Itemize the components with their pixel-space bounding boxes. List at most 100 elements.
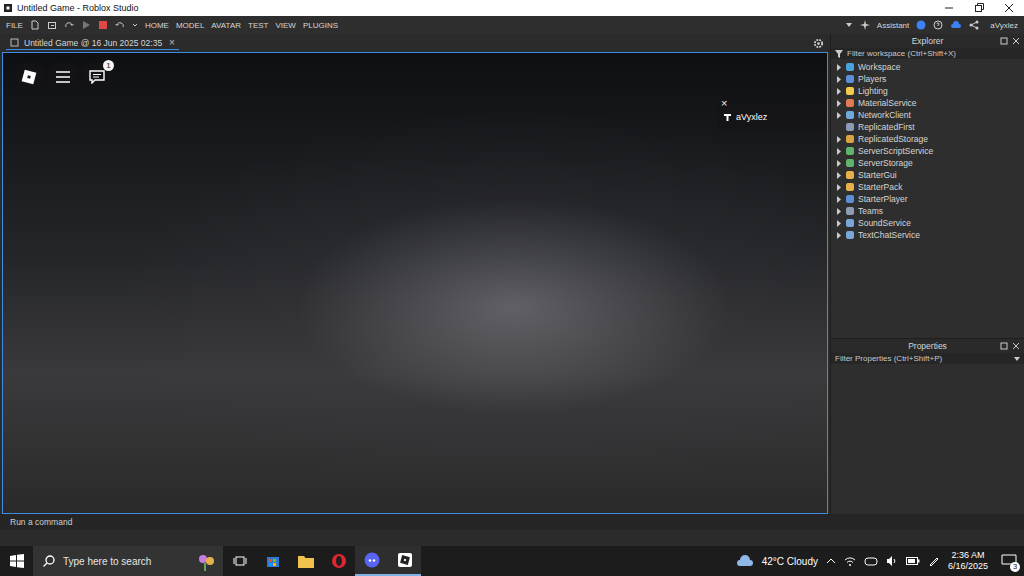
close-icon[interactable] [1012, 342, 1020, 350]
menu-item[interactable]: HOME [145, 21, 169, 30]
expand-arrow-icon[interactable] [836, 196, 842, 203]
player-list-close-button[interactable]: × [717, 97, 825, 109]
expand-arrow-icon[interactable] [836, 112, 842, 119]
expand-arrow-icon[interactable] [836, 88, 842, 95]
service-icon [846, 123, 854, 131]
opera-button[interactable] [322, 546, 355, 576]
expand-arrow-icon[interactable] [836, 100, 842, 107]
roblox-menu-button[interactable] [15, 63, 43, 91]
player-row[interactable]: aVyxlez [717, 109, 825, 125]
document-tab[interactable]: Untitled Game @ 16 Jun 2025 02:35× [6, 36, 179, 50]
maximize-icon[interactable] [1000, 37, 1008, 45]
dropdown-icon[interactable] [132, 20, 138, 30]
expand-arrow-icon[interactable] [836, 220, 842, 227]
game-viewport[interactable]: 1 ×aVyxlez [2, 52, 828, 514]
maximize-icon[interactable] [1000, 342, 1008, 350]
minimize-icon[interactable] [934, 0, 964, 16]
explorer-item[interactable]: Workspace [835, 61, 1024, 73]
explorer-item[interactable]: MaterialService [835, 97, 1024, 109]
assistant-button[interactable]: Assistant [877, 21, 909, 30]
network-icon[interactable] [844, 555, 856, 567]
menu-item[interactable]: MODEL [176, 21, 204, 30]
expand-arrow-icon[interactable] [836, 148, 842, 155]
show-hidden-icons-icon[interactable] [826, 557, 836, 565]
command-placeholder: Run a command [10, 517, 72, 527]
explorer-item[interactable]: StarterGui [835, 169, 1024, 181]
command-bar[interactable]: Run a command [0, 514, 1024, 530]
restore-icon[interactable] [964, 0, 994, 16]
close-icon[interactable] [1012, 37, 1020, 45]
properties-filter[interactable]: Filter Properties (Ctrl+Shift+P) [831, 353, 1024, 364]
explorer-item[interactable]: ServerScriptService [835, 145, 1024, 157]
close-icon[interactable] [994, 0, 1024, 16]
menu-item[interactable]: FILE [6, 21, 23, 30]
share-icon[interactable] [969, 20, 979, 30]
explorer-item[interactable]: Players [835, 73, 1024, 85]
expand-arrow-icon[interactable] [836, 136, 842, 143]
menu-item[interactable]: AVATAR [211, 21, 241, 30]
stop-icon[interactable] [98, 20, 108, 30]
explorer-filter[interactable]: Filter workspace (Ctrl+Shift+X) [831, 48, 1024, 59]
expand-arrow-icon[interactable] [836, 232, 842, 239]
menu-item[interactable]: VIEW [275, 21, 295, 30]
redo-icon[interactable] [64, 20, 74, 30]
properties-panel: PropertiesFilter Properties (Ctrl+Shift+… [831, 338, 1024, 514]
gamepad-icon[interactable] [864, 555, 878, 567]
notification-center-button[interactable]: 3 [996, 546, 1022, 576]
undo-icon[interactable] [115, 20, 125, 30]
taskbar-search[interactable]: Type here to search [33, 546, 223, 576]
tab-close-button[interactable]: × [167, 37, 175, 48]
explorer-item[interactable]: StarterPack [835, 181, 1024, 193]
gear-icon[interactable] [813, 38, 824, 49]
expand-arrow-icon[interactable] [836, 76, 842, 83]
start-button[interactable] [0, 546, 33, 576]
roblox-studio-button[interactable] [388, 546, 421, 576]
expand-arrow-icon[interactable] [836, 172, 842, 179]
play-icon[interactable] [81, 20, 91, 30]
menu-item[interactable]: TEST [248, 21, 268, 30]
explorer-item[interactable]: TextChatService [835, 229, 1024, 241]
item-name: StarterPack [858, 182, 902, 192]
expand-arrow-icon[interactable] [836, 184, 842, 191]
explorer-item[interactable]: Teams [835, 205, 1024, 217]
help-icon[interactable] [933, 20, 943, 30]
service-icon [846, 171, 854, 179]
clock[interactable]: 2:36 AM6/16/2025 [948, 550, 988, 572]
dropdown-icon[interactable] [845, 20, 853, 30]
folder-icon [298, 555, 314, 568]
expand-arrow-icon[interactable] [836, 160, 842, 167]
store-button[interactable] [256, 546, 289, 576]
battery-icon[interactable] [906, 556, 920, 566]
explorer-item[interactable]: ReplicatedFirst [835, 121, 1024, 133]
service-icon [846, 135, 854, 143]
cloud-icon[interactable] [950, 20, 962, 30]
notification-bell-icon[interactable] [916, 20, 926, 30]
explorer-item[interactable]: ReplicatedStorage [835, 133, 1024, 145]
assistant-icon[interactable] [860, 20, 870, 30]
flower-icon [195, 551, 217, 571]
explorer-item[interactable]: SoundService [835, 217, 1024, 229]
volume-icon[interactable] [886, 555, 898, 567]
player-list: ×aVyxlez [717, 95, 825, 129]
file-explorer-button[interactable] [289, 546, 322, 576]
menu-item[interactable]: PLUGINS [303, 21, 338, 30]
hamburger-button[interactable] [49, 63, 77, 91]
chat-button[interactable]: 1 [83, 63, 111, 91]
explorer-item[interactable]: StarterPlayer [835, 193, 1024, 205]
new-file-icon[interactable] [30, 20, 40, 30]
open-file-icon[interactable] [47, 20, 57, 30]
service-icon [846, 87, 854, 95]
title-bar: Untitled Game - Roblox Studio [0, 0, 1024, 16]
dropdown-icon[interactable] [1014, 356, 1020, 362]
discord-button[interactable] [355, 546, 388, 576]
explorer-item[interactable]: Lighting [835, 85, 1024, 97]
user-menu[interactable]: aVyxlez [990, 21, 1018, 30]
weather-text[interactable]: 42°C Cloudy [762, 556, 818, 567]
explorer-item[interactable]: ServerStorage [835, 157, 1024, 169]
expand-arrow-icon[interactable] [836, 64, 842, 71]
explorer-item[interactable]: NetworkClient [835, 109, 1024, 121]
pen-icon[interactable] [928, 555, 940, 567]
filter-icon [835, 50, 843, 58]
task-view-button[interactable] [223, 546, 256, 576]
expand-arrow-icon[interactable] [836, 208, 842, 215]
